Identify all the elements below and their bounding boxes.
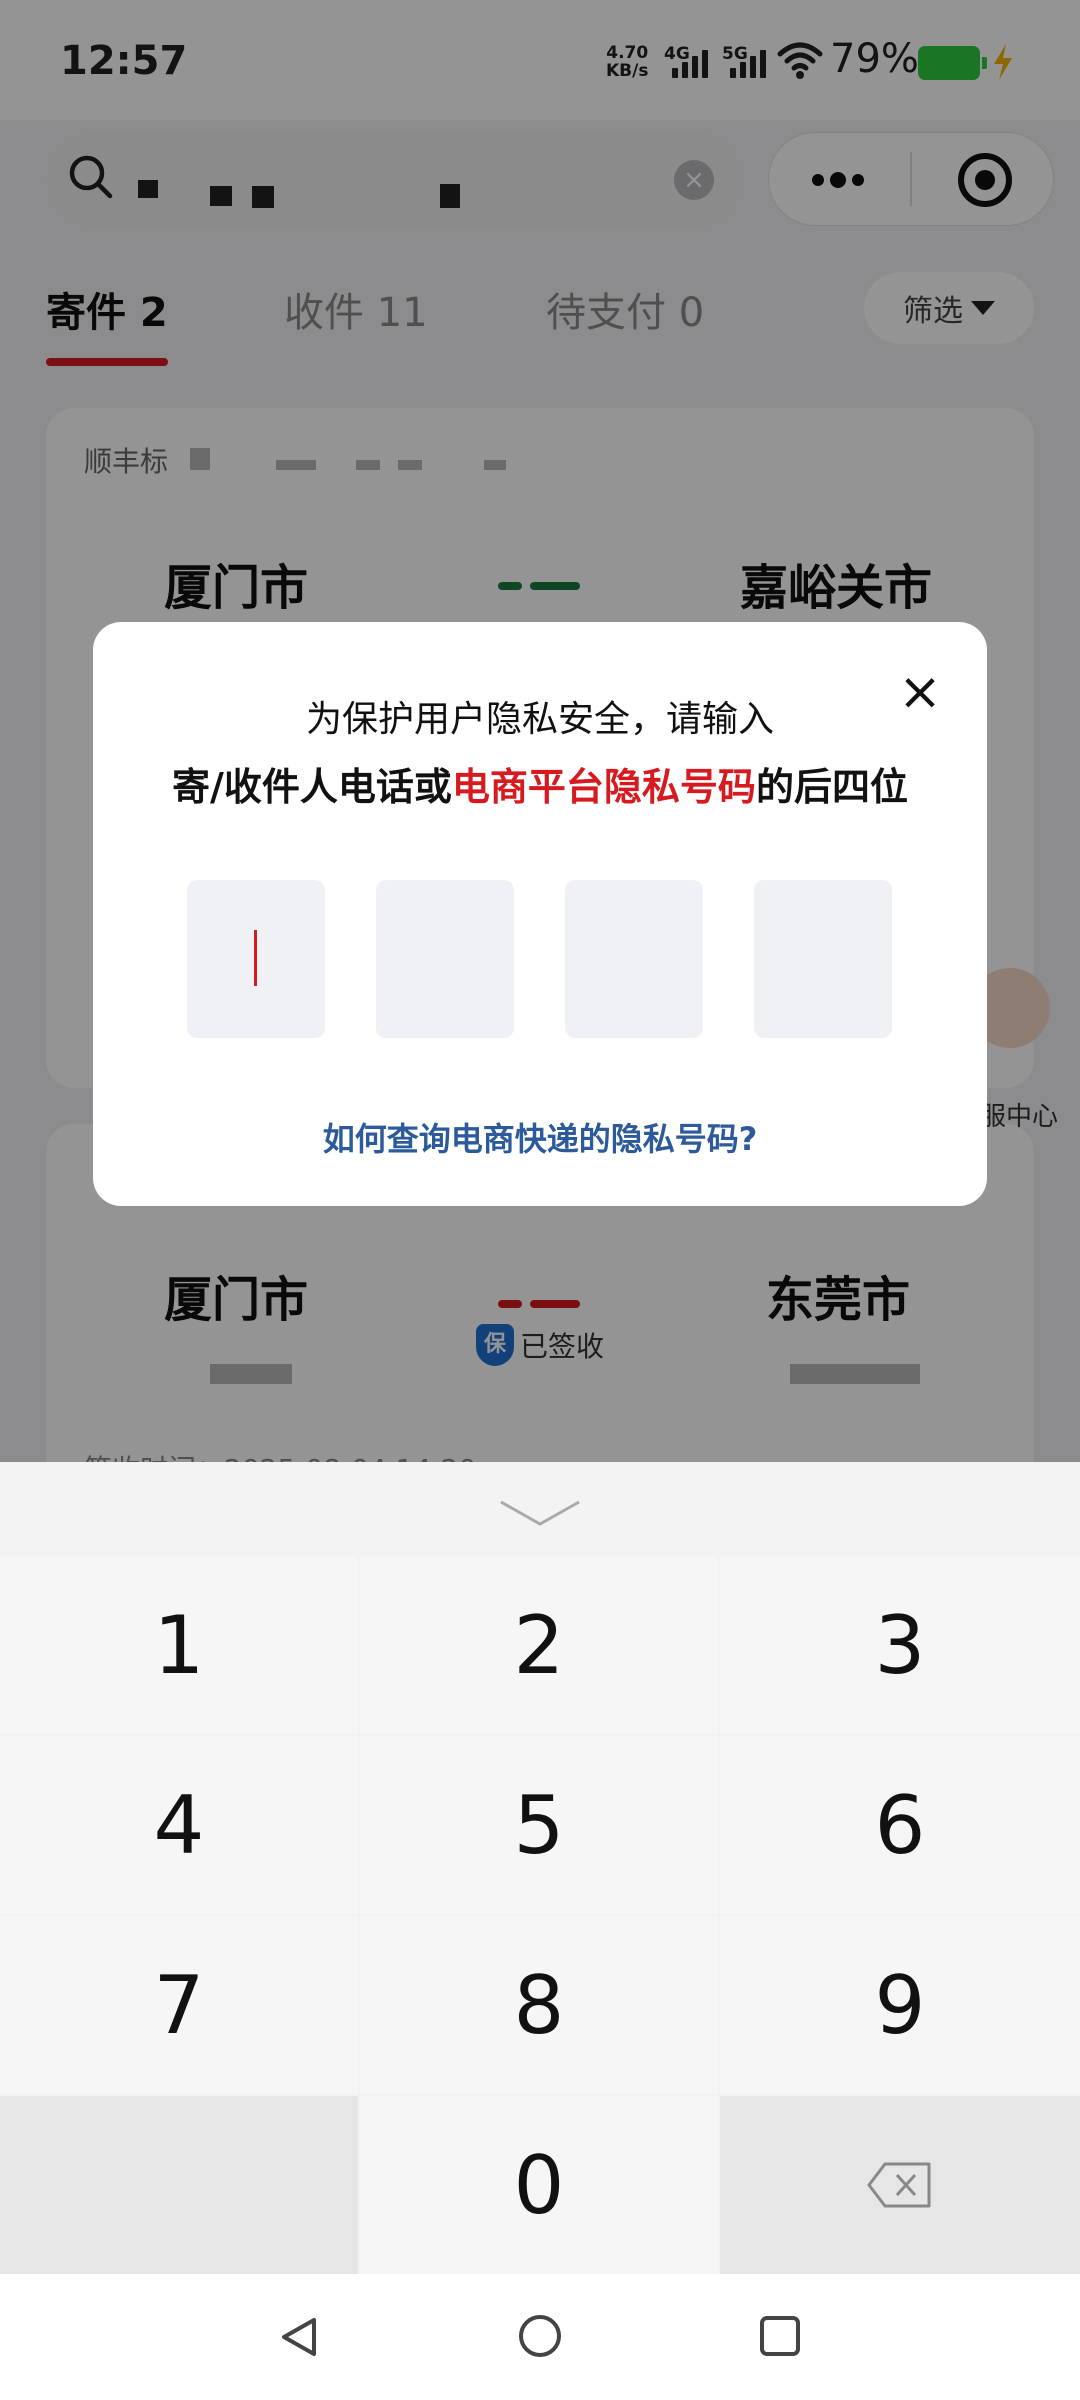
chevron-down-icon[interactable] [497, 1498, 583, 1528]
dialog-instruction-emphasis: 寄/收件人电话或电商平台隐私号码的后四位 [172, 765, 908, 809]
key-7[interactable]: 7 [0, 1916, 358, 2094]
key-2[interactable]: 2 [360, 1556, 718, 1734]
backspace-icon [867, 2162, 931, 2208]
key-4[interactable]: 4 [0, 1736, 358, 1914]
key-8[interactable]: 8 [360, 1916, 718, 2094]
close-icon[interactable]: × [896, 666, 944, 718]
key-6[interactable]: 6 [720, 1736, 1080, 1914]
key-empty [0, 2096, 358, 2274]
code-digit-2[interactable] [376, 880, 514, 1038]
home-nav-icon[interactable] [516, 2312, 564, 2360]
code-digit-4[interactable] [754, 880, 892, 1038]
key-0[interactable]: 0 [360, 2096, 718, 2274]
privacy-number-help-link[interactable]: 如何查询电商快递的隐私号码? [0, 1114, 1080, 1160]
key-1[interactable]: 1 [0, 1556, 358, 1734]
key-3[interactable]: 3 [720, 1556, 1080, 1734]
recents-nav-icon[interactable] [758, 2314, 802, 2358]
back-nav-icon[interactable] [276, 2314, 322, 2360]
key-9[interactable]: 9 [720, 1916, 1080, 2094]
text-cursor [254, 930, 257, 986]
backspace-key[interactable] [720, 2096, 1080, 2274]
code-digit-3[interactable] [565, 880, 703, 1038]
key-5[interactable]: 5 [360, 1736, 718, 1914]
